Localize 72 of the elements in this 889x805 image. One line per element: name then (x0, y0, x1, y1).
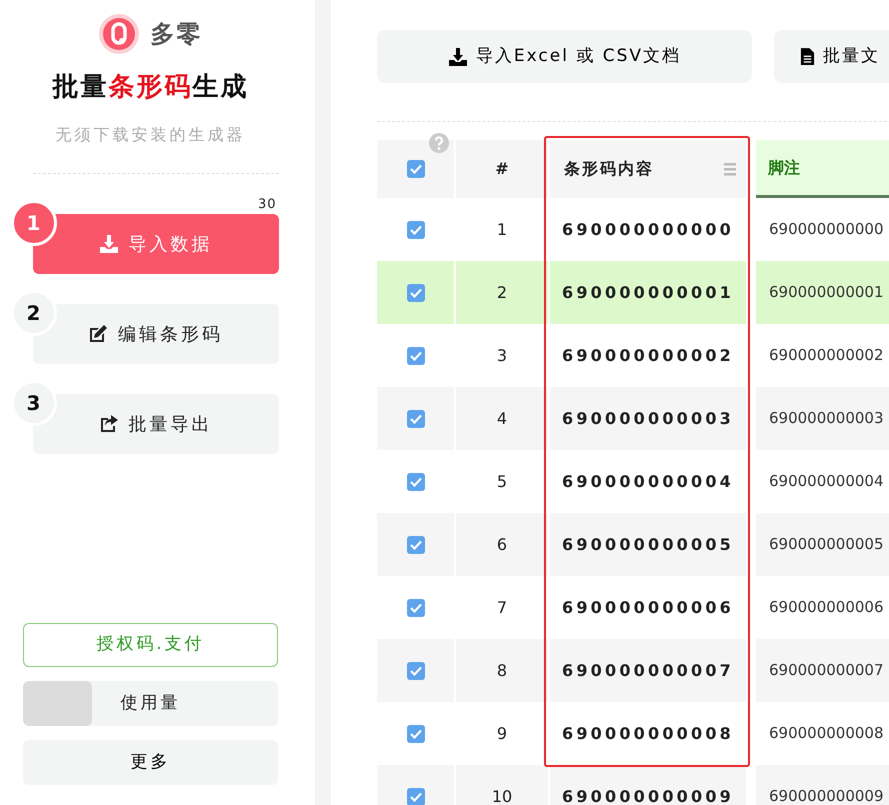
column-header[interactable]: # (456, 140, 548, 198)
row-checkbox[interactable] (406, 536, 424, 554)
table-cell: 690000000005 (756, 513, 889, 576)
menu-icon[interactable] (724, 162, 736, 176)
table-cell-text: 690000000002 (561, 344, 735, 366)
table-cell: 690000000003 (756, 387, 889, 450)
edit-icon (88, 324, 108, 344)
table-cell-text: 690000000008 (768, 723, 885, 744)
row-checkbox[interactable] (406, 346, 424, 364)
row-checkbox[interactable] (406, 598, 424, 616)
app-title: 批量条形码生成 (52, 71, 248, 104)
count-label: 30 (258, 196, 276, 214)
usage-label: 使用量 (120, 692, 180, 715)
checkmark-icon (410, 792, 422, 802)
table-cell: 690000000001 (550, 261, 746, 324)
select-all-checkbox[interactable] (406, 160, 424, 178)
table-cell-text: 690000000002 (768, 345, 885, 366)
help-icon[interactable] (429, 130, 449, 150)
table-cell: 2 (456, 261, 548, 324)
toolbar-button[interactable]: 导入Excel 或 CSV文档 (377, 30, 752, 83)
license-button[interactable]: 授权码.支付 (23, 623, 278, 667)
table-cell-text: 5 (496, 470, 508, 492)
checkmark-icon (410, 476, 422, 486)
table-cell: 690000000007 (550, 639, 746, 702)
column-header[interactable]: 条形码内容 (550, 140, 746, 198)
table-cell: 690000000001 (756, 261, 889, 324)
document-icon (800, 47, 815, 66)
table-cell-text: 690000000000 (768, 219, 885, 240)
share-icon (98, 414, 118, 434)
toolbar-button[interactable]: 批量文 (774, 30, 889, 83)
row-checkbox[interactable] (406, 788, 424, 805)
table-cell: 690000000009 (550, 765, 746, 805)
checkmark-icon (410, 728, 422, 738)
checkmark-icon (410, 414, 422, 424)
table-cell-text: 9 (496, 722, 508, 744)
app-subtitle: 无须下载安装的生成器 (56, 124, 246, 146)
column-header[interactable]: 脚注 (756, 140, 889, 198)
row-checkbox[interactable] (406, 724, 424, 742)
table-cell-text: 690000000006 (561, 596, 735, 618)
checkmark-icon (410, 540, 422, 550)
row-checkbox[interactable] (406, 220, 424, 238)
download-icon (98, 234, 118, 254)
table-cell-text: 3 (496, 344, 508, 366)
row-checkbox[interactable] (406, 662, 424, 680)
checkmark-icon (410, 164, 422, 174)
logo-icon (98, 14, 138, 54)
table-cell-text: 690000000006 (768, 597, 885, 618)
row-checkbox[interactable] (406, 410, 424, 428)
table-cell-text: 690000000000 (561, 218, 735, 240)
table-cell: 4 (456, 387, 548, 450)
row-checkbox[interactable] (406, 284, 424, 302)
checkmark-icon (410, 350, 422, 360)
checkmark-icon (410, 224, 422, 234)
table-cell: 690000000007 (756, 639, 889, 702)
table-cell: 10 (456, 765, 548, 805)
table-cell-text: 7 (496, 596, 508, 618)
table-cell: 8 (456, 639, 548, 702)
table-cell-text: 1 (496, 218, 508, 240)
table-cell-text: 690000000004 (561, 470, 735, 492)
row-checkbox[interactable] (406, 472, 424, 490)
table-cell: 690000000009 (756, 765, 889, 805)
more-button[interactable]: 更多 (23, 740, 278, 785)
checkmark-icon (410, 666, 422, 676)
checkmark-icon (410, 602, 422, 612)
table-cell: 690000000005 (550, 513, 746, 576)
download-icon (448, 46, 468, 66)
checkmark-icon (410, 288, 422, 298)
table-cell-text: 690000000008 (561, 722, 735, 744)
table-cell: 6 (456, 513, 548, 576)
logo-text: 多零 (150, 19, 202, 50)
table-cell-text: 690000000004 (768, 471, 885, 492)
table-cell: 690000000003 (550, 387, 746, 450)
